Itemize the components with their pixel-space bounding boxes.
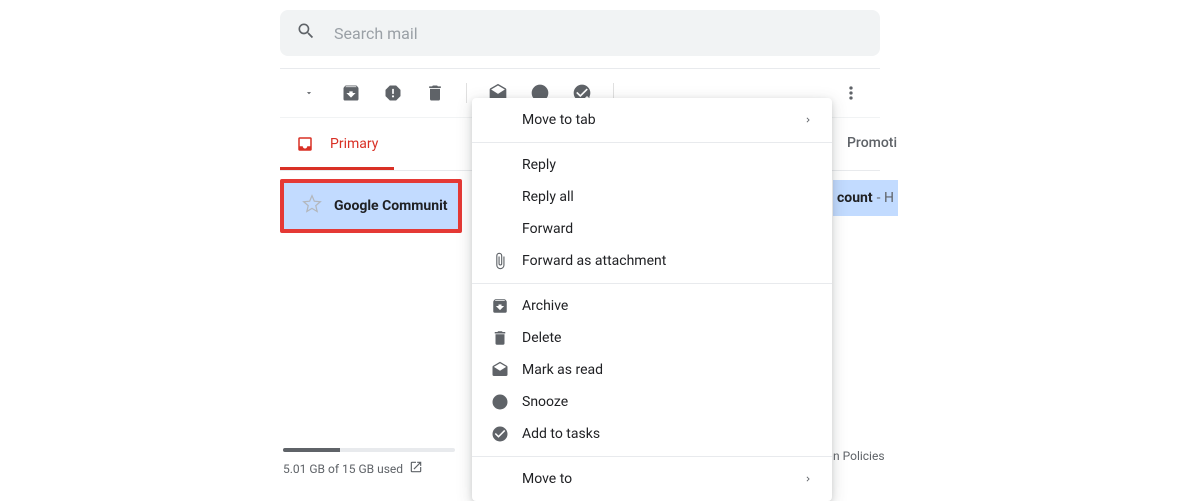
menu-reply[interactable]: Reply: [472, 149, 832, 181]
search-input[interactable]: [334, 24, 864, 43]
menu-separator: [472, 456, 832, 457]
tab-promotions-partial[interactable]: Promoti: [847, 135, 897, 151]
menu-add-to-tasks[interactable]: Add to tasks: [472, 418, 832, 450]
chevron-right-icon: [800, 115, 816, 125]
caret-down-icon: [304, 88, 314, 98]
trash-icon: [425, 83, 445, 103]
storage-bar: [283, 448, 455, 452]
task-add-icon: [488, 425, 512, 443]
star-outline-icon: [302, 194, 322, 214]
delete-button[interactable]: [417, 75, 453, 111]
menu-reply-all[interactable]: Reply all: [472, 181, 832, 213]
menu-separator: [472, 142, 832, 143]
email-subject-bold: count: [837, 190, 873, 206]
spam-icon: [383, 83, 403, 103]
menu-forward-label: Forward: [522, 221, 816, 237]
menu-move-to-tab[interactable]: Move to tab: [472, 104, 832, 136]
search-bar[interactable]: [280, 10, 880, 56]
footer-policies-partial: n Policies: [833, 449, 885, 463]
trash-icon: [488, 329, 512, 347]
menu-mark-as-read[interactable]: Mark as read: [472, 354, 832, 386]
spam-button[interactable]: [375, 75, 411, 111]
archive-icon: [488, 297, 512, 315]
menu-snooze-label: Snooze: [522, 394, 816, 410]
menu-delete[interactable]: Delete: [472, 322, 832, 354]
menu-reply-label: Reply: [522, 157, 816, 173]
tab-primary[interactable]: Primary: [280, 118, 394, 170]
menu-move-to[interactable]: Move to: [472, 463, 832, 495]
search-icon: [296, 21, 334, 45]
archive-icon: [341, 83, 361, 103]
menu-reply-all-label: Reply all: [522, 189, 816, 205]
open-in-new-icon: [409, 460, 423, 474]
tab-primary-label: Primary: [330, 136, 378, 152]
menu-move-to-tab-label: Move to tab: [522, 112, 800, 128]
select-dropdown-button[interactable]: [291, 75, 327, 111]
email-subject-partial: count - H: [833, 180, 898, 216]
menu-add-to-tasks-label: Add to tasks: [522, 426, 816, 442]
menu-forward-attachment[interactable]: Forward as attachment: [472, 245, 832, 277]
menu-mark-as-read-label: Mark as read: [522, 362, 816, 378]
storage-footer: 5.01 GB of 15 GB used: [283, 448, 463, 477]
menu-move-to-label: Move to: [522, 471, 800, 487]
attachment-icon: [488, 252, 512, 270]
email-row[interactable]: Google Communit: [284, 183, 458, 229]
open-storage-link[interactable]: [403, 460, 423, 477]
star-button[interactable]: [302, 194, 322, 218]
more-vert-icon: [841, 83, 861, 103]
email-sender: Google Communit: [334, 198, 448, 214]
more-button[interactable]: [833, 75, 869, 111]
menu-archive[interactable]: Archive: [472, 290, 832, 322]
storage-text: 5.01 GB of 15 GB used: [283, 462, 403, 476]
email-row-highlighted: Google Communit: [280, 179, 462, 233]
menu-forward-attachment-label: Forward as attachment: [522, 253, 816, 269]
archive-button[interactable]: [333, 75, 369, 111]
inbox-icon: [296, 135, 314, 153]
menu-archive-label: Archive: [522, 298, 816, 314]
storage-bar-fill: [283, 448, 340, 452]
email-subject-gray: - H: [877, 190, 894, 206]
menu-forward[interactable]: Forward: [472, 213, 832, 245]
menu-separator: [472, 283, 832, 284]
chevron-right-icon: [800, 474, 816, 484]
context-menu: Move to tab Reply Reply all Forward Forw…: [472, 98, 832, 501]
clock-icon: [488, 393, 512, 411]
mail-open-icon: [488, 361, 512, 379]
menu-snooze[interactable]: Snooze: [472, 386, 832, 418]
menu-delete-label: Delete: [522, 330, 816, 346]
